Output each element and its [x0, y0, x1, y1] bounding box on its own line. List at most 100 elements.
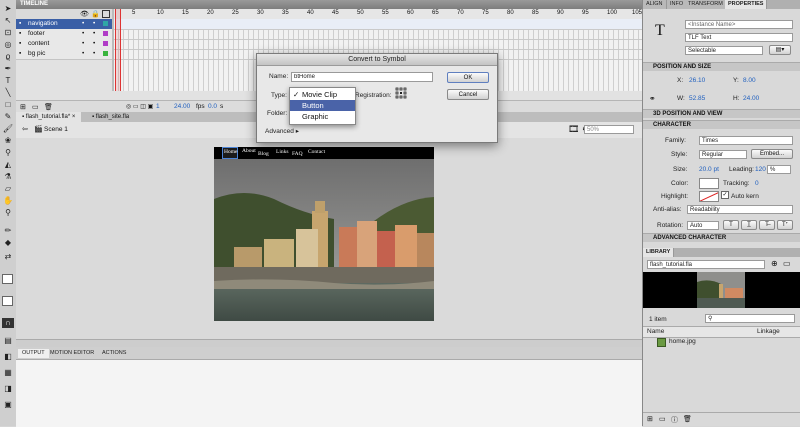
zoom-field[interactable]: 50% [584, 125, 634, 134]
pen-tool-icon[interactable]: ✒ [2, 64, 14, 74]
text-tool-icon[interactable]: T [2, 76, 14, 86]
selection-tool-icon[interactable]: ➤ [2, 4, 14, 14]
type-option-movie-clip[interactable]: ✓ Movie Clip [290, 89, 355, 100]
font-family-select[interactable]: Times [699, 136, 793, 145]
3d-rotation-tool-icon[interactable]: ◎ [2, 40, 14, 50]
visibility-dot[interactable]: • [82, 19, 84, 29]
new-folder-library-icon[interactable]: ▭ [659, 415, 666, 423]
fill-color-icon[interactable]: ◆ [2, 238, 14, 248]
deco-tool-icon[interactable]: ❀ [2, 136, 14, 146]
tab-actions[interactable]: ACTIONS [98, 349, 130, 358]
panel-icon-2[interactable]: ◧ [2, 352, 14, 362]
line-tool-icon[interactable]: ╲ [2, 88, 14, 98]
type-option-graphic[interactable]: Graphic [290, 111, 355, 122]
eye-icon[interactable]: 👁 [80, 10, 89, 18]
lock-icon[interactable]: 🔒 [91, 10, 100, 18]
symbol-name-input[interactable] [291, 72, 433, 82]
w-value[interactable]: 52.85 [689, 95, 705, 102]
paint-bucket-tool-icon[interactable]: ◭ [2, 160, 14, 170]
selectability-select[interactable]: Selectable [685, 46, 763, 55]
italic-button[interactable]: T̲ [741, 220, 757, 230]
tab-align[interactable]: ALIGN [643, 0, 667, 9]
link-dimensions-icon[interactable]: ⚭ [649, 94, 656, 103]
y-value[interactable]: 8.00 [743, 77, 756, 84]
instance-name-field[interactable]: <Instance Name> [685, 20, 793, 29]
eyedropper-tool-icon[interactable]: ⚗ [2, 172, 14, 182]
tab-output[interactable]: OUTPUT [18, 349, 49, 358]
leading-unit-select[interactable]: % [767, 165, 791, 174]
leading-value[interactable]: 120 [755, 166, 766, 173]
visibility-dot[interactable]: • [82, 29, 84, 39]
nav-about[interactable]: About [242, 148, 256, 154]
size-value[interactable]: 20.0 pt [699, 166, 719, 173]
rectangle-tool-icon[interactable]: □ [2, 100, 14, 110]
panel-icon-5[interactable]: ▣ [2, 400, 14, 410]
subselection-tool-icon[interactable]: ↖ [2, 16, 14, 26]
auto-kern-checkbox[interactable]: ✓ [721, 191, 729, 199]
h-value[interactable]: 24.00 [743, 95, 759, 102]
underline-button[interactable]: T̶ [759, 220, 775, 230]
outline-color-swatch[interactable] [103, 41, 108, 46]
back-arrow-icon[interactable]: ⇦ [22, 125, 28, 133]
library-item[interactable]: home.jpg [643, 337, 800, 347]
swap-colors-icon[interactable]: ⇄ [2, 252, 14, 262]
antialias-select[interactable]: Readability [687, 205, 793, 214]
delete-icon[interactable]: 🗑 [683, 415, 692, 423]
fps-value[interactable]: 24.00 [174, 103, 190, 110]
bone-tool-icon[interactable]: ⚲ [2, 148, 14, 158]
time-value[interactable]: 0.0 [208, 103, 217, 110]
new-layer-icon[interactable]: ⊞ [20, 103, 26, 111]
outline-color-swatch[interactable] [103, 31, 108, 36]
registration-grid[interactable] [395, 87, 407, 99]
text-engine-select[interactable]: TLF Text [685, 33, 793, 42]
position-size-section[interactable]: POSITION AND SIZE [643, 62, 800, 71]
hand-tool-icon[interactable]: ✋ [2, 196, 14, 206]
new-folder-icon[interactable]: ▭ [32, 103, 39, 111]
nav-links[interactable]: Links [276, 149, 289, 155]
panel-icon-1[interactable]: ▤ [2, 336, 14, 346]
lasso-tool-icon[interactable]: ϱ [2, 52, 14, 62]
visibility-dot[interactable]: • [82, 39, 84, 49]
edit-scene-icon[interactable]: 🎞 [568, 124, 579, 135]
library-file-select[interactable]: flash_tutorial.fla [647, 260, 765, 269]
brush-tool-icon[interactable]: 🖌 [2, 124, 14, 134]
eraser-tool-icon[interactable]: ▱ [2, 184, 14, 194]
type-option-button[interactable]: Button [290, 100, 355, 111]
onion-skin-icon[interactable]: ◎ ▭ ◫ ▣ [126, 103, 153, 110]
font-style-select[interactable]: Regular [699, 150, 747, 159]
rotation-select[interactable]: Auto [687, 221, 719, 230]
fill-swatch-icon[interactable] [2, 296, 13, 306]
text-color-swatch[interactable] [699, 178, 719, 189]
embed-button[interactable]: Embed... [751, 149, 793, 159]
color-swatch-icon[interactable] [2, 274, 13, 284]
tracking-value[interactable]: 0 [755, 180, 759, 187]
tab-flash-site[interactable]: ▪ flash_site.fla [86, 112, 135, 122]
tab-transform[interactable]: TRANSFORM [685, 0, 727, 9]
lock-dot[interactable]: • [93, 39, 95, 49]
tab-motion-editor[interactable]: MOTION EDITOR [46, 349, 98, 358]
free-transform-tool-icon[interactable]: ⊡ [2, 28, 14, 38]
highlight-color-swatch[interactable] [699, 191, 719, 202]
new-library-icon[interactable]: ▭ [783, 259, 791, 268]
visibility-dot[interactable]: • [82, 49, 84, 59]
playhead[interactable] [115, 9, 121, 91]
scene-label[interactable]: Scene 1 [44, 126, 68, 133]
x-value[interactable]: 26.10 [689, 77, 705, 84]
ok-button[interactable]: OK [447, 72, 489, 83]
advanced-toggle[interactable]: Advanced ▸ [265, 127, 299, 135]
lock-dot[interactable]: • [93, 29, 95, 39]
panel-icon-3[interactable]: ▦ [2, 368, 14, 378]
text-orientation-button[interactable]: ▤▾ [769, 45, 791, 55]
pin-icon[interactable]: ⊕ [771, 259, 778, 268]
outline-color-swatch[interactable] [103, 51, 108, 56]
properties-icon[interactable]: ⓘ [671, 415, 678, 425]
name-column-header[interactable]: Name [647, 328, 664, 335]
outline-color-swatch[interactable] [103, 21, 108, 26]
advanced-character-section[interactable]: ADVANCED CHARACTER [643, 233, 800, 242]
bold-button[interactable]: T [723, 220, 739, 230]
library-search[interactable]: ⚲ [705, 314, 795, 323]
3d-position-section[interactable]: 3D POSITION AND VIEW [643, 109, 800, 118]
nav-faq[interactable]: FAQ [292, 151, 303, 157]
panel-icon-4[interactable]: ◨ [2, 384, 14, 394]
new-symbol-icon[interactable]: ⊞ [647, 415, 653, 423]
